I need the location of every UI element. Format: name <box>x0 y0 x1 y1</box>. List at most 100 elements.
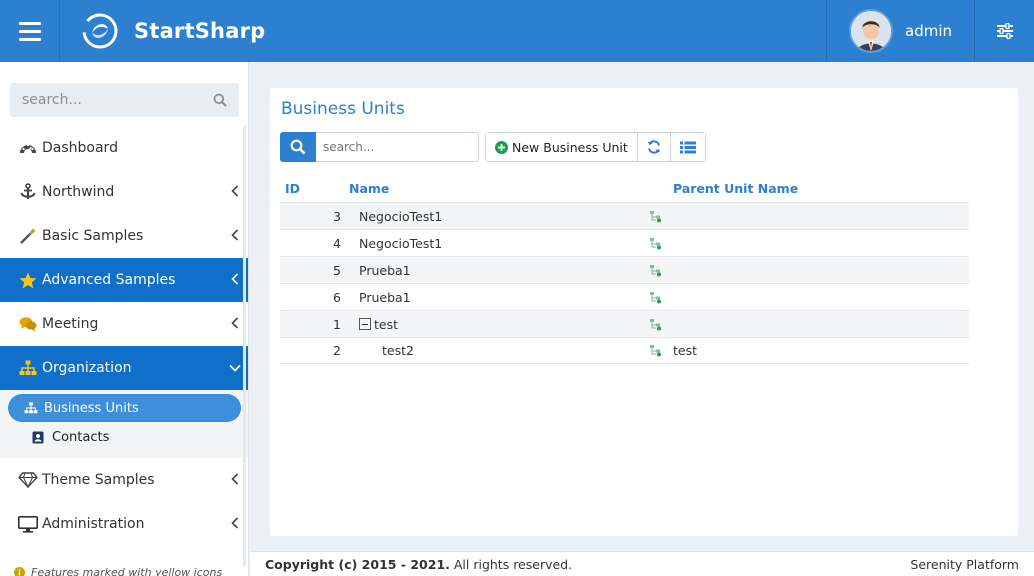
sidebar-item-northwind[interactable]: Northwind <box>0 170 248 214</box>
cell-name-link[interactable]: test <box>374 317 398 332</box>
cell-name-link[interactable]: Prueba1 <box>359 290 411 305</box>
column-header-name[interactable]: Name <box>349 181 673 196</box>
footer-rights: All rights reserved. <box>449 556 573 572</box>
sidebar-item-label: Meeting <box>42 316 99 332</box>
user-avatar-icon <box>851 11 891 51</box>
refresh-icon <box>647 140 660 154</box>
footer-platform: Serenity Platform <box>910 556 1019 572</box>
table-row[interactable]: 2 test2 test <box>280 337 969 364</box>
hamburger-icon <box>18 19 41 43</box>
move-to-parent-icon[interactable] <box>649 344 673 357</box>
move-to-parent-icon[interactable] <box>649 318 673 331</box>
move-to-parent-icon[interactable] <box>649 291 673 304</box>
chevron-left-icon <box>231 317 239 329</box>
magic-wand-icon <box>18 226 38 246</box>
quick-search-button[interactable] <box>280 132 316 162</box>
chevron-left-icon <box>231 185 239 197</box>
chevron-left-icon <box>231 473 239 485</box>
sidebar-footnote: Features marked with yellow icons <box>14 566 222 576</box>
cell-id: 1 <box>333 316 341 332</box>
brand-logo[interactable]: StartSharp <box>80 0 265 62</box>
toolbar-button-group: New Business Unit <box>485 132 706 162</box>
brand-name: StartSharp <box>134 19 266 43</box>
search-icon <box>213 93 227 107</box>
sidebar-item-label: Organization <box>42 360 132 376</box>
sidebar-item-organization[interactable]: Organization <box>0 346 248 390</box>
move-to-parent-icon[interactable] <box>649 264 673 277</box>
sidebar-search-input[interactable]: search... <box>10 83 239 117</box>
info-icon <box>14 567 25 576</box>
business-units-panel: Business Units New Business Unit ID Name <box>270 88 1018 536</box>
list-icon <box>679 141 696 153</box>
sliders-icon <box>996 23 1013 39</box>
business-units-grid: ID Name Parent Unit Name 3 NegocioTest1 … <box>280 174 969 364</box>
cell-name-link[interactable]: Prueba1 <box>359 263 411 278</box>
chevron-left-icon <box>231 517 239 529</box>
star-icon <box>18 270 38 290</box>
organization-submenu: Business Units Contacts <box>0 390 248 458</box>
sidebar-subitem-contacts[interactable]: Contacts <box>8 423 241 451</box>
cell-name-link[interactable]: test2 <box>382 343 414 358</box>
sidebar-subitem-label: Business Units <box>44 400 139 416</box>
cell-id: 2 <box>333 343 341 358</box>
table-row[interactable]: 4 NegocioTest1 <box>280 229 969 256</box>
collapse-toggle-icon[interactable] <box>359 318 371 330</box>
sidebar-item-label: Administration <box>42 516 145 532</box>
user-menu[interactable]: admin <box>826 0 974 62</box>
cell-id: 6 <box>333 289 341 305</box>
avatar <box>849 9 893 53</box>
cell-parent: test <box>673 343 698 358</box>
new-business-unit-button[interactable]: New Business Unit <box>486 133 638 161</box>
plus-circle-icon <box>495 140 508 154</box>
sidebar-item-advanced-samples[interactable]: Advanced Samples <box>0 258 248 302</box>
grid-header: ID Name Parent Unit Name <box>280 174 969 202</box>
move-to-parent-icon[interactable] <box>649 237 673 250</box>
sidebar-subitem-business-units[interactable]: Business Units <box>8 394 241 422</box>
cell-name-link[interactable]: NegocioTest1 <box>359 236 442 251</box>
sidebar-item-dashboard[interactable]: Dashboard <box>0 126 248 170</box>
chevron-left-icon <box>231 273 239 285</box>
move-to-parent-icon[interactable] <box>649 210 673 223</box>
page-title: Business Units <box>281 99 405 119</box>
column-picker-button[interactable] <box>670 133 705 161</box>
search-icon <box>290 139 306 155</box>
sidebar-item-basic-samples[interactable]: Basic Samples <box>0 214 248 258</box>
anchor-icon <box>18 182 38 202</box>
sidebar-item-theme-samples[interactable]: Theme Samples <box>0 458 248 502</box>
sidebar-item-administration[interactable]: Administration <box>0 502 248 546</box>
cell-id: 3 <box>333 208 341 224</box>
quick-search-input[interactable] <box>316 132 479 162</box>
column-header-id[interactable]: ID <box>280 181 349 196</box>
sitemap-icon <box>24 402 40 414</box>
column-header-parent-unit-name[interactable]: Parent Unit Name <box>673 181 969 196</box>
table-row[interactable]: 5 Prueba1 <box>280 256 969 283</box>
sidebar-subitem-label: Contacts <box>52 429 110 445</box>
table-row[interactable]: 6 Prueba1 <box>280 283 969 310</box>
sidebar-scrollbar[interactable] <box>243 126 246 566</box>
sidebar-item-label: Northwind <box>42 184 115 200</box>
sidebar-item-meeting[interactable]: Meeting <box>0 302 248 346</box>
sidebar-toggle-button[interactable] <box>0 0 60 62</box>
cell-id: 5 <box>333 262 341 278</box>
sidebar-item-label: Advanced Samples <box>42 272 176 288</box>
sidebar-search-placeholder: search... <box>22 92 82 108</box>
grid-toolbar: New Business Unit <box>280 132 706 162</box>
top-navbar: StartSharp admin <box>0 0 1034 62</box>
page-footer: Copyright (c) 2015 - 2021. All rights re… <box>250 551 1034 576</box>
cell-name-link[interactable]: NegocioTest1 <box>359 209 442 224</box>
comments-icon <box>18 314 38 334</box>
settings-button[interactable] <box>974 0 1034 62</box>
sidebar-item-label: Theme Samples <box>42 472 155 488</box>
desktop-icon <box>18 514 38 534</box>
diamond-icon <box>18 470 38 490</box>
chevron-down-icon <box>229 364 241 372</box>
footer-copyright: Copyright (c) 2015 - 2021. <box>265 556 450 572</box>
dashboard-icon <box>18 138 38 158</box>
contact-card-icon <box>32 431 48 444</box>
refresh-button[interactable] <box>637 133 671 161</box>
table-row[interactable]: 1 test <box>280 310 969 337</box>
cell-id: 4 <box>333 235 341 251</box>
table-row[interactable]: 3 NegocioTest1 <box>280 202 969 229</box>
new-button-label: New Business Unit <box>512 139 628 155</box>
sidebar: search... Dashboard Northwind Basic Samp… <box>0 62 249 576</box>
